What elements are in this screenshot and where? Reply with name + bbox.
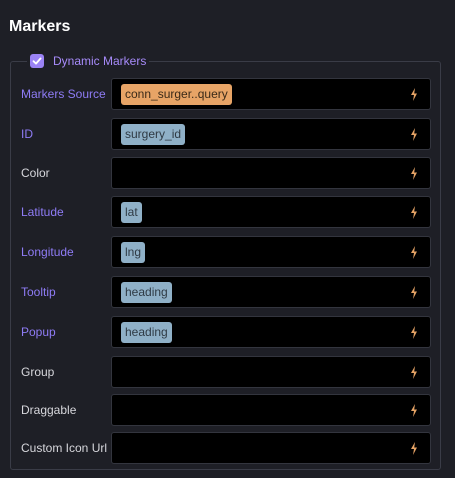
custom-icon-url-input[interactable] — [111, 432, 431, 464]
tooltip-input[interactable]: heading — [111, 276, 431, 308]
markers-source-label: Markers Source — [21, 87, 106, 101]
lightning-bolt-icon[interactable] — [410, 128, 418, 141]
draggable-input[interactable] — [111, 394, 431, 426]
dynamic-markers-label: Dynamic Markers — [53, 54, 147, 68]
field-row-draggable: Draggable — [0, 394, 455, 426]
lightning-bolt-icon[interactable] — [410, 286, 418, 299]
custom-icon-url-label: Custom Icon Url — [21, 441, 108, 455]
field-row-longitude: Longitude lng — [0, 236, 455, 268]
latitude-label: Latitude — [21, 205, 64, 219]
id-label: ID — [21, 127, 33, 141]
latitude-chip: lat — [121, 202, 142, 223]
field-row-markers-source: Markers Source conn_surger..query — [0, 78, 455, 110]
lightning-bolt-icon[interactable] — [410, 88, 418, 101]
lightning-bolt-icon[interactable] — [410, 404, 418, 417]
field-row-color: Color — [0, 157, 455, 189]
lightning-bolt-icon[interactable] — [410, 167, 418, 180]
lightning-bolt-icon[interactable] — [410, 326, 418, 339]
lightning-bolt-icon[interactable] — [410, 206, 418, 219]
dynamic-markers-checkbox[interactable] — [30, 54, 44, 68]
lightning-bolt-icon[interactable] — [410, 246, 418, 259]
dynamic-markers-legend: Dynamic Markers — [27, 53, 150, 69]
lightning-bolt-icon[interactable] — [410, 366, 418, 379]
tooltip-chip: heading — [121, 282, 172, 303]
group-label: Group — [21, 365, 55, 379]
markers-source-input[interactable]: conn_surger..query — [111, 78, 431, 110]
field-row-popup: Popup heading — [0, 316, 455, 348]
longitude-label: Longitude — [21, 245, 74, 259]
id-chip: surgery_id — [121, 124, 186, 145]
popup-chip: heading — [121, 322, 172, 343]
field-row-tooltip: Tooltip heading — [0, 276, 455, 308]
draggable-label: Draggable — [21, 403, 77, 417]
lightning-bolt-icon[interactable] — [410, 442, 418, 455]
popup-label: Popup — [21, 325, 56, 339]
group-input[interactable] — [111, 356, 431, 388]
section-title: Markers — [9, 18, 71, 35]
field-row-custom-icon-url: Custom Icon Url — [0, 432, 455, 464]
field-row-id: ID surgery_id — [0, 118, 455, 150]
popup-input[interactable]: heading — [111, 316, 431, 348]
latitude-input[interactable]: lat — [111, 196, 431, 228]
color-input[interactable] — [111, 157, 431, 189]
id-input[interactable]: surgery_id — [111, 118, 431, 150]
field-row-group: Group — [0, 356, 455, 388]
longitude-input[interactable]: lng — [111, 236, 431, 268]
markers-source-chip: conn_surger..query — [121, 84, 232, 105]
tooltip-label: Tooltip — [21, 285, 56, 299]
checkmark-icon — [32, 57, 42, 65]
longitude-chip: lng — [121, 242, 146, 263]
color-label: Color — [21, 166, 50, 180]
field-row-latitude: Latitude lat — [0, 196, 455, 228]
